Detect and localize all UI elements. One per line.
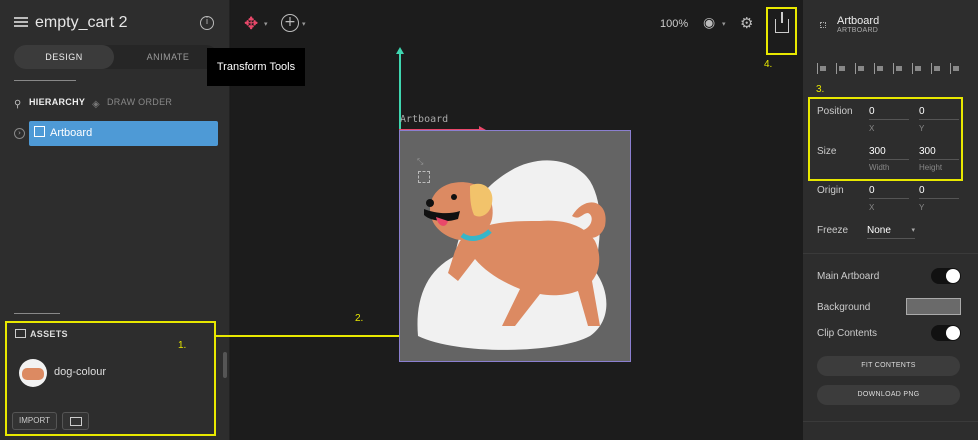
main-artboard-toggle[interactable] xyxy=(931,268,961,284)
image-icon xyxy=(15,329,26,338)
annotation-label-3: 3. xyxy=(816,84,825,95)
chevron-down-icon: ▾ xyxy=(911,226,915,234)
position-x-input[interactable]: 0 xyxy=(869,106,909,120)
clip-contents-label: Clip Contents xyxy=(817,328,878,339)
annotation-label-2: 2. xyxy=(355,313,364,324)
resize-handle-icon[interactable]: ⤡ xyxy=(417,157,426,166)
artboard-icon xyxy=(34,126,45,137)
selection-type: ARTBOARD xyxy=(837,27,879,34)
hierarchy-item-artboard[interactable]: Artboard xyxy=(29,121,218,146)
annotation-box-export xyxy=(766,7,797,55)
tab-draw-order[interactable]: ◈ DRAW ORDER xyxy=(92,96,173,110)
annotation-label-4: 4. xyxy=(764,59,773,70)
canvas-area[interactable]: ✥ ▾ + ▾ Transform Tools 100% ◉ ▾ ⚙ 4. Ar… xyxy=(178,0,803,440)
chevron-down-icon[interactable]: ▾ xyxy=(264,20,268,28)
background-label: Background xyxy=(817,302,871,313)
size-label: Size xyxy=(817,146,837,157)
hamburger-menu-icon[interactable] xyxy=(14,17,28,27)
main-artboard-label: Main Artboard xyxy=(817,271,880,282)
divider xyxy=(803,253,978,254)
origin-x-label: X xyxy=(869,203,875,212)
origin-x-input[interactable]: 0 xyxy=(869,185,909,199)
position-x-label: X xyxy=(869,124,875,133)
inspector-panel: Artboard ARTBOARD 3. Position 0 0 X Y Si… xyxy=(803,0,978,440)
export-icon[interactable] xyxy=(775,12,789,33)
tooltip: Transform Tools xyxy=(207,48,305,86)
clip-contents-toggle[interactable] xyxy=(931,325,961,341)
freeze-select[interactable]: None ▾ xyxy=(867,225,915,239)
tab-hierarchy-label: HIERARCHY xyxy=(29,97,86,107)
divider xyxy=(803,421,978,422)
annotation-connector-line xyxy=(216,335,399,337)
fit-contents-button[interactable]: FIT CONTENTS xyxy=(817,356,960,376)
asset-thumbnail[interactable] xyxy=(19,359,47,387)
size-width-label: Width xyxy=(869,163,890,172)
size-height-input[interactable]: 300 xyxy=(919,146,959,160)
panel-resize-divider[interactable] xyxy=(14,313,60,314)
tab-hierarchy[interactable]: ⚲ HIERARCHY xyxy=(14,96,86,110)
hierarchy-item-label: Artboard xyxy=(50,127,93,139)
align-center-h-icon[interactable] xyxy=(836,63,847,74)
origin-y-input[interactable]: 0 xyxy=(919,185,959,199)
origin-y-label: Y xyxy=(919,203,925,212)
assets-header-label: ASSETS xyxy=(30,329,68,339)
freeze-select-value: None xyxy=(867,225,891,236)
assets-panel: ASSETS dog-colour IMPORT xyxy=(5,321,216,436)
selection-name: Artboard xyxy=(837,15,880,27)
dog-illustration xyxy=(417,160,607,350)
tab-design[interactable]: DESIGN xyxy=(14,45,114,69)
asset-name[interactable]: dog-colour xyxy=(54,366,106,378)
align-toolbar xyxy=(817,63,967,75)
eye-icon[interactable]: ◉ xyxy=(703,14,721,32)
freeze-label: Freeze xyxy=(817,225,849,236)
align-middle-icon[interactable] xyxy=(893,63,904,74)
file-title[interactable]: empty_cart 2 xyxy=(35,14,127,32)
artboard-label[interactable]: Artboard xyxy=(400,114,448,125)
position-y-label: Y xyxy=(919,124,925,133)
drag-handle-icon xyxy=(820,22,826,28)
align-bottom-icon[interactable] xyxy=(912,63,923,74)
position-y-input[interactable]: 0 xyxy=(919,106,959,120)
fit-frame-icon[interactable] xyxy=(418,171,430,183)
hierarchy-icon: ⚲ xyxy=(14,99,22,110)
folder-icon xyxy=(70,417,82,426)
align-top-icon[interactable] xyxy=(874,63,885,74)
rive-editor: empty_cart 2 i DESIGN ANIMATE ⚲ HIERARCHY… xyxy=(0,0,978,440)
y-axis-arrow xyxy=(396,47,404,54)
size-width-input[interactable]: 300 xyxy=(869,146,909,160)
import-button[interactable]: IMPORT xyxy=(12,412,57,430)
zoom-level[interactable]: 100% xyxy=(660,18,688,30)
gear-icon[interactable]: ⚙ xyxy=(740,14,758,32)
download-png-button[interactable]: DOWNLOAD PNG xyxy=(817,385,960,405)
assets-header: ASSETS xyxy=(15,329,68,339)
align-left-icon[interactable] xyxy=(817,63,828,74)
chevron-down-icon[interactable]: ▾ xyxy=(302,20,306,28)
tab-indicator xyxy=(14,80,76,81)
position-label: Position xyxy=(817,106,853,117)
background-color-swatch[interactable] xyxy=(906,298,961,315)
layers-icon: ◈ xyxy=(92,99,100,110)
distribute-v-icon[interactable] xyxy=(950,63,961,74)
transform-tool-icon[interactable]: ✥ xyxy=(244,14,264,34)
distribute-h-icon[interactable] xyxy=(931,63,942,74)
origin-label: Origin xyxy=(817,185,844,196)
scrollbar[interactable] xyxy=(223,352,227,378)
chevron-right-icon[interactable]: › xyxy=(14,128,25,139)
mode-tabs: DESIGN ANIMATE xyxy=(14,45,218,69)
hierarchy-row: › Artboard xyxy=(14,121,218,146)
left-panel: empty_cart 2 i DESIGN ANIMATE ⚲ HIERARCHY… xyxy=(0,0,230,440)
tab-animate[interactable]: ANIMATE xyxy=(118,45,218,69)
artboard[interactable]: ⤡ xyxy=(399,130,631,362)
new-folder-button[interactable] xyxy=(62,412,89,430)
tab-draw-order-label: DRAW ORDER xyxy=(107,97,173,107)
info-icon[interactable]: i xyxy=(200,16,214,30)
add-tool-icon[interactable]: + xyxy=(281,14,299,32)
chevron-down-icon[interactable]: ▾ xyxy=(722,20,726,28)
size-height-label: Height xyxy=(919,163,943,172)
annotation-label-1: 1. xyxy=(178,340,187,351)
align-right-icon[interactable] xyxy=(855,63,866,74)
